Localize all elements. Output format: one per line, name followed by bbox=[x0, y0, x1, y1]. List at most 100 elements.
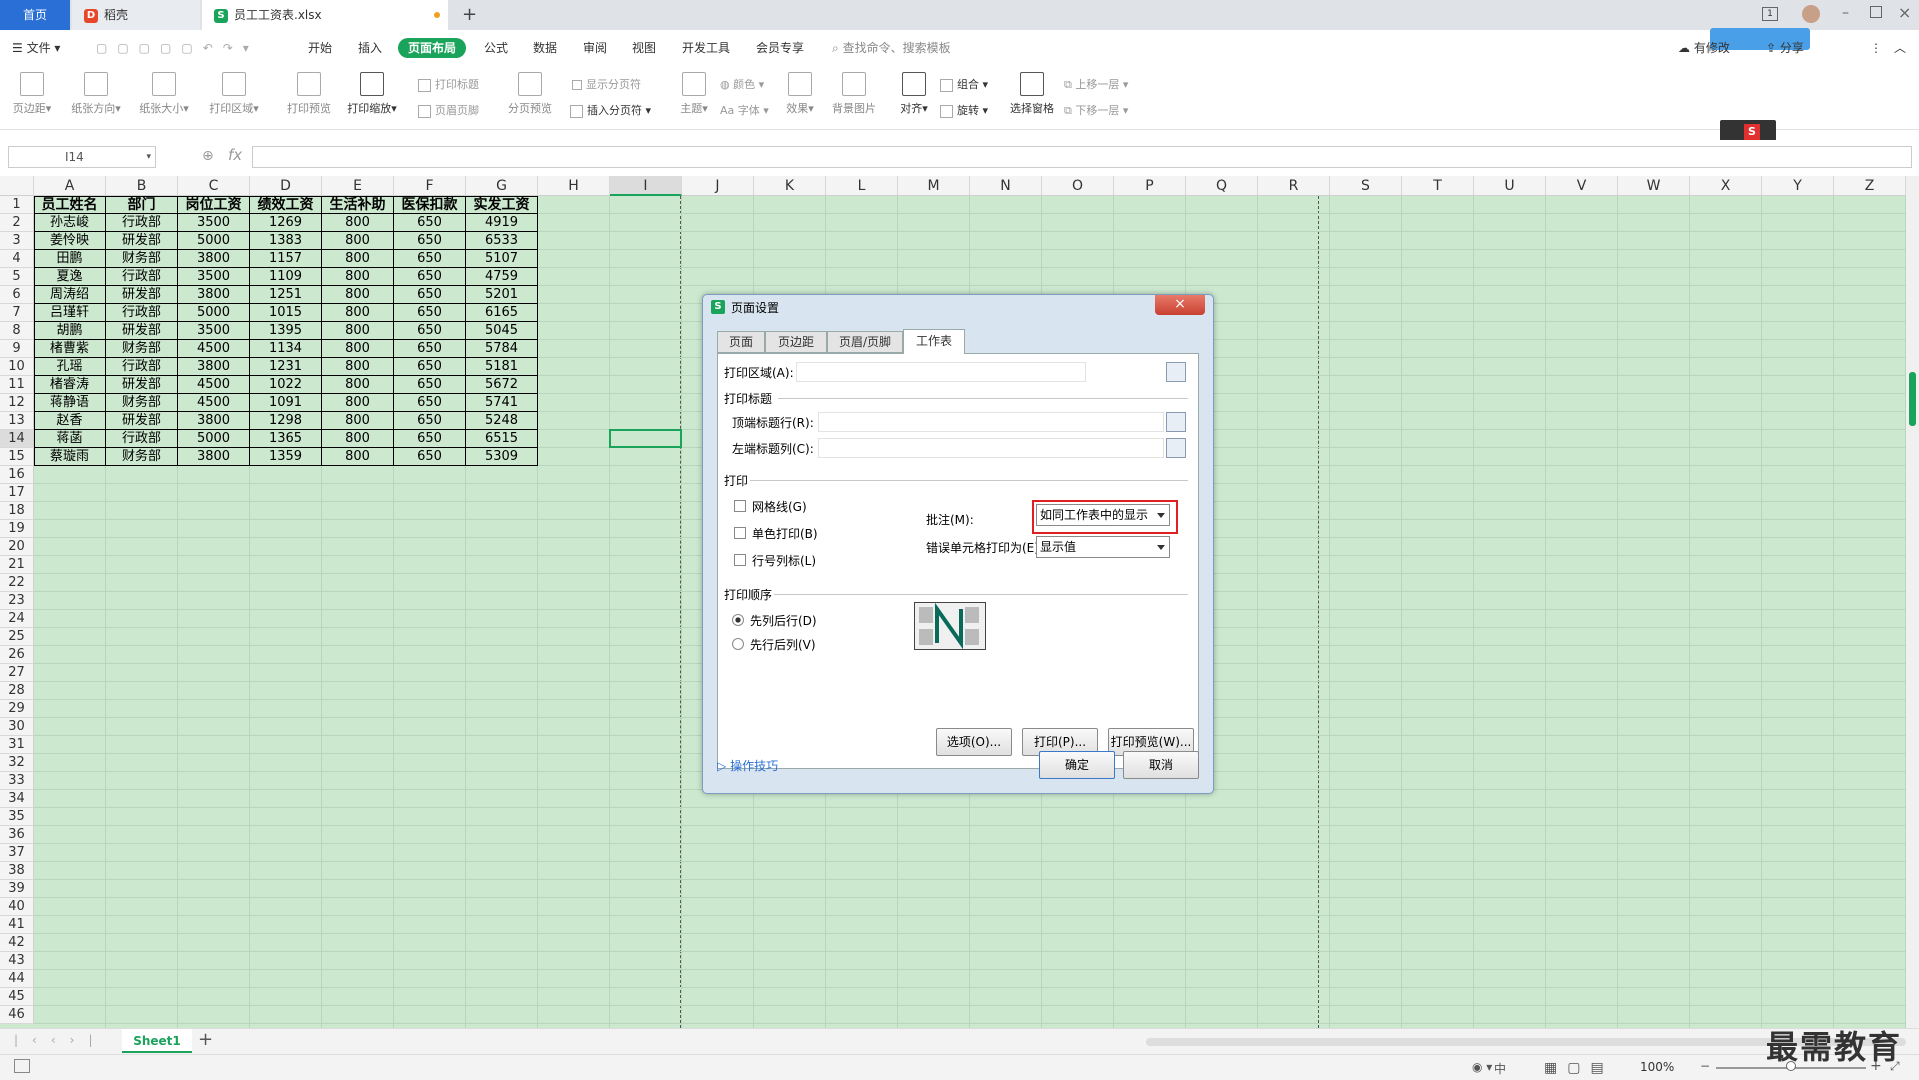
table-cell[interactable]: 5000 bbox=[178, 304, 250, 322]
table-cell[interactable]: 孙志峻 bbox=[34, 214, 106, 232]
more-icon[interactable]: ⋮ bbox=[1870, 38, 1882, 58]
row-header[interactable]: 24 bbox=[0, 610, 34, 628]
table-cell[interactable]: 650 bbox=[394, 232, 466, 250]
table-cell[interactable]: 财务部 bbox=[106, 250, 178, 268]
table-cell[interactable]: 研发部 bbox=[106, 232, 178, 250]
table-header-cell[interactable]: 绩效工资 bbox=[250, 196, 322, 214]
row-header[interactable]: 30 bbox=[0, 718, 34, 736]
row-header[interactable]: 15 bbox=[0, 448, 34, 466]
row-header[interactable]: 8 bbox=[0, 322, 34, 340]
vertical-scrollbar[interactable] bbox=[1906, 176, 1919, 1028]
table-cell[interactable]: 研发部 bbox=[106, 322, 178, 340]
table-cell[interactable]: 6165 bbox=[466, 304, 538, 322]
column-header-v[interactable]: V bbox=[1546, 176, 1618, 196]
new-tab-icon[interactable]: + bbox=[462, 4, 477, 25]
avatar[interactable] bbox=[1802, 5, 1820, 23]
show-breaks-checkbox[interactable]: 显示分页符 bbox=[572, 76, 641, 92]
row-header[interactable]: 1 bbox=[0, 196, 34, 214]
column-header-i[interactable]: I bbox=[610, 176, 682, 196]
restore-icon[interactable] bbox=[1870, 6, 1882, 18]
tab-header-footer[interactable]: 页眉/页脚 bbox=[827, 331, 903, 353]
table-cell[interactable]: 650 bbox=[394, 304, 466, 322]
column-header-n[interactable]: N bbox=[970, 176, 1042, 196]
column-header-c[interactable]: C bbox=[178, 176, 250, 196]
table-cell[interactable]: 800 bbox=[322, 412, 394, 430]
menu-review[interactable]: 审阅 bbox=[583, 38, 607, 58]
row-header[interactable]: 34 bbox=[0, 790, 34, 808]
menu-insert[interactable]: 插入 bbox=[358, 38, 382, 58]
column-header-d[interactable]: D bbox=[250, 176, 322, 196]
down-then-over-radio[interactable] bbox=[732, 614, 744, 626]
macro-icon[interactable] bbox=[14, 1059, 30, 1073]
table-cell[interactable]: 研发部 bbox=[106, 376, 178, 394]
table-cell[interactable]: 5000 bbox=[178, 430, 250, 448]
table-cell[interactable]: 1365 bbox=[250, 430, 322, 448]
column-header-p[interactable]: P bbox=[1114, 176, 1186, 196]
table-cell[interactable]: 夏逸 bbox=[34, 268, 106, 286]
column-header-y[interactable]: Y bbox=[1762, 176, 1834, 196]
table-cell[interactable]: 蔡璇雨 bbox=[34, 448, 106, 466]
menu-member[interactable]: 会员专享 bbox=[756, 38, 804, 58]
table-cell[interactable]: 赵香 bbox=[34, 412, 106, 430]
row-header[interactable]: 39 bbox=[0, 880, 34, 898]
row-header[interactable]: 9 bbox=[0, 340, 34, 358]
share-button[interactable]: ⇪ 分享 bbox=[1766, 38, 1804, 58]
row-header[interactable]: 28 bbox=[0, 682, 34, 700]
column-header-g[interactable]: G bbox=[466, 176, 538, 196]
row-header[interactable]: 4 bbox=[0, 250, 34, 268]
table-cell[interactable]: 蒋静语 bbox=[34, 394, 106, 412]
file-menu[interactable]: ☰ 文件 ▾ bbox=[12, 38, 60, 58]
row-header[interactable]: 23 bbox=[0, 592, 34, 610]
table-cell[interactable]: 4500 bbox=[178, 376, 250, 394]
row-header[interactable]: 20 bbox=[0, 538, 34, 556]
fx-icon[interactable]: fx bbox=[228, 146, 242, 164]
table-cell[interactable]: 行政部 bbox=[106, 304, 178, 322]
row-header[interactable]: 6 bbox=[0, 286, 34, 304]
table-cell[interactable]: 行政部 bbox=[106, 358, 178, 376]
row-header[interactable]: 46 bbox=[0, 1006, 34, 1024]
print-area-button[interactable]: 打印区域▾ bbox=[206, 72, 262, 116]
table-cell[interactable]: 650 bbox=[394, 250, 466, 268]
table-cell[interactable]: 3500 bbox=[178, 214, 250, 232]
column-header-u[interactable]: U bbox=[1474, 176, 1546, 196]
table-cell[interactable]: 800 bbox=[322, 358, 394, 376]
table-cell[interactable]: 1383 bbox=[250, 232, 322, 250]
table-cell[interactable]: 5741 bbox=[466, 394, 538, 412]
color-button[interactable]: ◍ 颜色 ▾ bbox=[720, 76, 764, 92]
table-cell[interactable]: 800 bbox=[322, 340, 394, 358]
print-area-input[interactable] bbox=[796, 362, 1086, 382]
column-header-l[interactable]: L bbox=[826, 176, 898, 196]
effects-button[interactable]: 效果▾ bbox=[780, 72, 820, 116]
table-cell[interactable]: 5181 bbox=[466, 358, 538, 376]
tab-home[interactable]: 首页 bbox=[0, 0, 70, 30]
table-cell[interactable]: 姜怜映 bbox=[34, 232, 106, 250]
view-mode-icon[interactable]: ◉ ▾ bbox=[1472, 1060, 1492, 1074]
table-cell[interactable]: 6533 bbox=[466, 232, 538, 250]
table-header-cell[interactable]: 实发工资 bbox=[466, 196, 538, 214]
table-cell[interactable]: 行政部 bbox=[106, 430, 178, 448]
menu-page-layout[interactable]: 页面布局 bbox=[398, 38, 467, 58]
row-header[interactable]: 10 bbox=[0, 358, 34, 376]
background-image-button[interactable]: 背景图片 bbox=[826, 72, 882, 116]
command-search[interactable]: ⌕ 查找命令、搜索模板 bbox=[832, 38, 951, 58]
row-header[interactable]: 41 bbox=[0, 916, 34, 934]
table-cell[interactable]: 650 bbox=[394, 214, 466, 232]
table-cell[interactable]: 3800 bbox=[178, 448, 250, 466]
table-cell[interactable]: 800 bbox=[322, 214, 394, 232]
column-header-j[interactable]: J bbox=[682, 176, 754, 196]
zoom-out-icon[interactable]: − bbox=[1700, 1059, 1710, 1073]
table-cell[interactable]: 楮曹紫 bbox=[34, 340, 106, 358]
table-cell[interactable]: 1015 bbox=[250, 304, 322, 322]
ok-button[interactable]: 确定 bbox=[1039, 751, 1115, 779]
row-header[interactable]: 26 bbox=[0, 646, 34, 664]
table-cell[interactable]: 3500 bbox=[178, 322, 250, 340]
table-cell[interactable]: 1395 bbox=[250, 322, 322, 340]
table-cell[interactable]: 650 bbox=[394, 430, 466, 448]
row-header[interactable]: 37 bbox=[0, 844, 34, 862]
table-header-cell[interactable]: 岗位工资 bbox=[178, 196, 250, 214]
print-title-button[interactable]: 打印标题 bbox=[418, 76, 479, 92]
table-cell[interactable]: 800 bbox=[322, 430, 394, 448]
table-cell[interactable]: 650 bbox=[394, 376, 466, 394]
table-cell[interactable]: 胡鹏 bbox=[34, 322, 106, 340]
table-cell[interactable]: 1251 bbox=[250, 286, 322, 304]
